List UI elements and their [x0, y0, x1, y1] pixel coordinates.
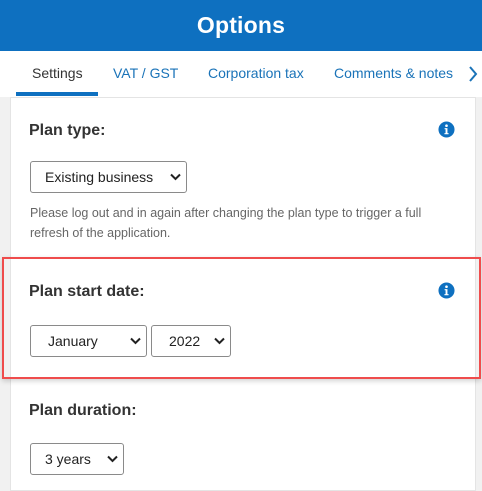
chevron-right-icon: [469, 66, 478, 82]
tab-bar: Settings VAT / GST Corporation tax Comme…: [0, 51, 482, 98]
tab-settings[interactable]: Settings: [32, 51, 83, 97]
plan-type-help-text: Please log out and in again after changi…: [30, 206, 422, 240]
tab-corporation-tax[interactable]: Corporation tax: [208, 51, 304, 97]
tabs-next-button[interactable]: [464, 51, 482, 97]
plan-duration-title: Plan duration:: [29, 402, 137, 419]
plan-start-year-select[interactable]: 2022: [151, 325, 231, 357]
plan-start-date-highlight: [2, 257, 481, 379]
info-icon[interactable]: [438, 282, 455, 299]
tab-comments-notes[interactable]: Comments & notes: [334, 51, 453, 97]
plan-start-date-title: Plan start date:: [29, 283, 145, 300]
plan-duration-select[interactable]: 3 years: [30, 443, 124, 475]
info-icon[interactable]: [438, 121, 455, 138]
page-title: Options: [196, 12, 286, 38]
tab-vat-gst[interactable]: VAT / GST: [113, 51, 178, 97]
plan-type-select[interactable]: Existing business: [30, 161, 187, 193]
active-tab-indicator: [16, 92, 98, 96]
plan-start-month-select[interactable]: January: [30, 325, 147, 357]
options-header: Options: [0, 0, 482, 51]
plan-type-title: Plan type:: [29, 122, 106, 139]
